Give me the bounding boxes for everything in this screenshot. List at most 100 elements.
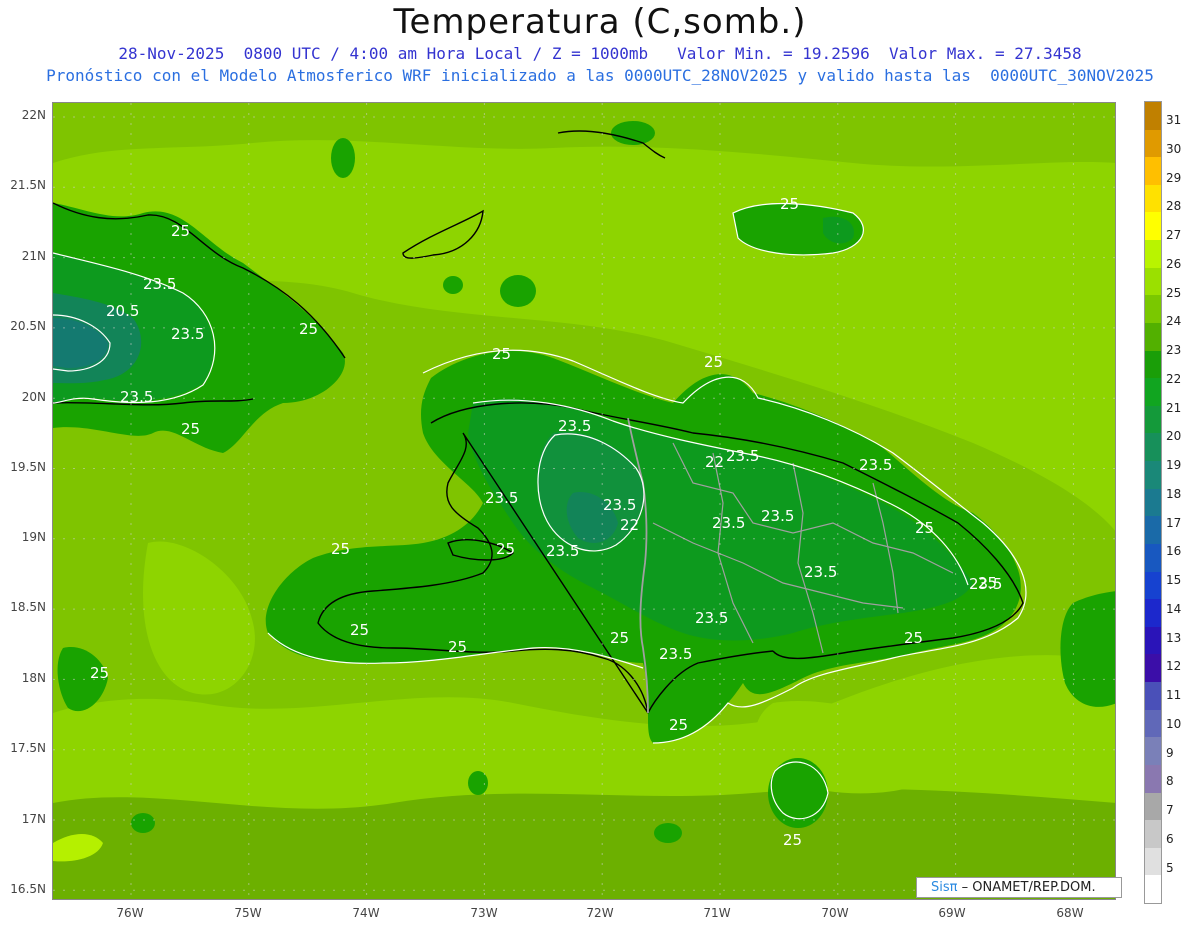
contour-label: 25 (704, 353, 723, 371)
colorbar-label: 28 (1166, 199, 1182, 214)
contour-label: 25 (496, 540, 515, 558)
contour-label: 23.5 (695, 609, 728, 627)
colorbar-label: 13 (1166, 630, 1182, 645)
colorbar-label: 17 (1166, 515, 1182, 530)
lon-label: 72W (586, 906, 614, 920)
colorbar-segment (1145, 461, 1161, 490)
colorbar-label: 10 (1166, 716, 1182, 731)
colorbar-segment (1145, 682, 1161, 711)
colorbar-segment (1145, 571, 1161, 600)
lat-label: 18.5N (10, 600, 46, 614)
island-small-1 (443, 276, 463, 294)
lon-label: 71W (703, 906, 731, 920)
island-inagua (331, 138, 355, 178)
lon-label: 76W (116, 906, 144, 920)
credit-box: Sisπ – ONAMET/REP.DOM. (916, 877, 1122, 898)
model-info-line: Pronóstico con el Modelo Atmosferico WRF… (46, 66, 1154, 85)
lon-label: 74W (352, 906, 380, 920)
lat-label: 20N (21, 390, 46, 404)
colorbar-segment (1145, 737, 1161, 766)
contour-label: 25 (90, 664, 109, 682)
contour-label: 25 (171, 222, 190, 240)
contour-label: 23.5 (804, 563, 837, 581)
colorbar-label: 20 (1166, 429, 1182, 444)
island-small-2 (654, 823, 682, 843)
forecast-time-line: 28-Nov-2025 0800 UTC / 4:00 am Hora Loca… (118, 44, 1082, 63)
contour-label: 23.5 (558, 417, 591, 435)
contour-label: 25 (780, 195, 799, 213)
contour-label: 22 (620, 516, 639, 534)
island-north (500, 275, 536, 307)
colorbar-segment (1145, 267, 1161, 296)
contour-label: 23.5 (143, 275, 176, 293)
colorbar-segment (1145, 488, 1161, 517)
island-small-4 (611, 121, 655, 145)
lat-label: 20.5N (10, 319, 46, 333)
lat-label: 22N (21, 108, 46, 122)
colorbar-segment (1145, 129, 1161, 158)
lat-label: 19N (21, 530, 46, 544)
map-canvas: 25 23.5 20.5 23.5 25 23.5 25 25 25 25 23… (53, 103, 1115, 899)
colorbar-segment (1145, 599, 1161, 628)
colorbar-label: 27 (1166, 228, 1182, 242)
colorbar-segment (1145, 102, 1161, 131)
colorbar-segment (1145, 433, 1161, 462)
colorbar-segment (1145, 295, 1161, 324)
contour-label: 23.5 (712, 514, 745, 532)
island-small-3 (131, 813, 155, 833)
contour-label: 23.5 (171, 325, 204, 343)
colorbar-segment (1145, 626, 1161, 655)
temperature-map: 25 23.5 20.5 23.5 25 23.5 25 25 25 25 23… (52, 102, 1116, 900)
contour-label: 25 (492, 345, 511, 363)
colorbar-label: 12 (1166, 659, 1182, 674)
colorbar-segment (1145, 322, 1161, 352)
contour-label: 25 (783, 831, 802, 849)
colorbar-label: 24 (1166, 314, 1182, 329)
colorbar-label: 26 (1166, 256, 1182, 271)
colorbar-segment (1145, 820, 1161, 849)
colorbar-label: 23 (1166, 343, 1182, 357)
contour-label: 25 (669, 716, 688, 734)
colorbar-label: 25 (1166, 285, 1182, 300)
colorbar-segment (1145, 875, 1161, 904)
colorbar-segment (1145, 792, 1161, 821)
colorbar-segment (1145, 405, 1161, 434)
contour-label: 20.5 (106, 302, 139, 320)
colorbar-label: 29 (1166, 170, 1182, 185)
temperature-colorbar (1144, 101, 1162, 904)
colorbar-label: 8 (1166, 774, 1174, 789)
lon-label: 68W (1056, 906, 1084, 920)
colorbar-segment (1145, 350, 1161, 379)
colorbar-segment (1145, 543, 1161, 573)
contour-label: 23.5 (120, 388, 153, 406)
contour-label: 25 (915, 519, 934, 537)
island-navassa (468, 771, 488, 795)
lat-label: 21N (21, 249, 46, 263)
colorbar-label: 18 (1166, 486, 1182, 501)
colorbar-segment (1145, 709, 1161, 738)
colorbar-label: 15 (1166, 573, 1182, 587)
colorbar-segment (1145, 157, 1161, 186)
colorbar-label: 16 (1166, 544, 1182, 559)
colorbar-label: 5 (1166, 860, 1174, 875)
contour-label: 23.5 (659, 645, 692, 663)
colorbar-label: 14 (1166, 601, 1182, 616)
colorbar-segment (1145, 184, 1161, 213)
contour-label: 25 (181, 420, 200, 438)
contour-label: 25 (299, 320, 318, 338)
colorbar-segment (1145, 764, 1161, 793)
contour-label: 23.5 (603, 496, 636, 514)
onamet-credit: – ONAMET/REP.DOM. (957, 880, 1096, 895)
colorbar-segment (1145, 212, 1161, 241)
colorbar-segment (1145, 240, 1161, 269)
contour-label: 23.5 (859, 456, 892, 474)
sispi-logo-text: Sisπ (931, 880, 958, 895)
lon-label: 75W (234, 906, 262, 920)
contour-label: 25 (904, 629, 923, 647)
colorbar-label: 21 (1166, 400, 1182, 415)
colorbar-segment (1145, 654, 1161, 683)
lon-label: 73W (470, 906, 498, 920)
colorbar-label: 6 (1166, 831, 1174, 846)
colorbar-segment (1145, 378, 1161, 407)
lon-label: 69W (938, 906, 966, 920)
